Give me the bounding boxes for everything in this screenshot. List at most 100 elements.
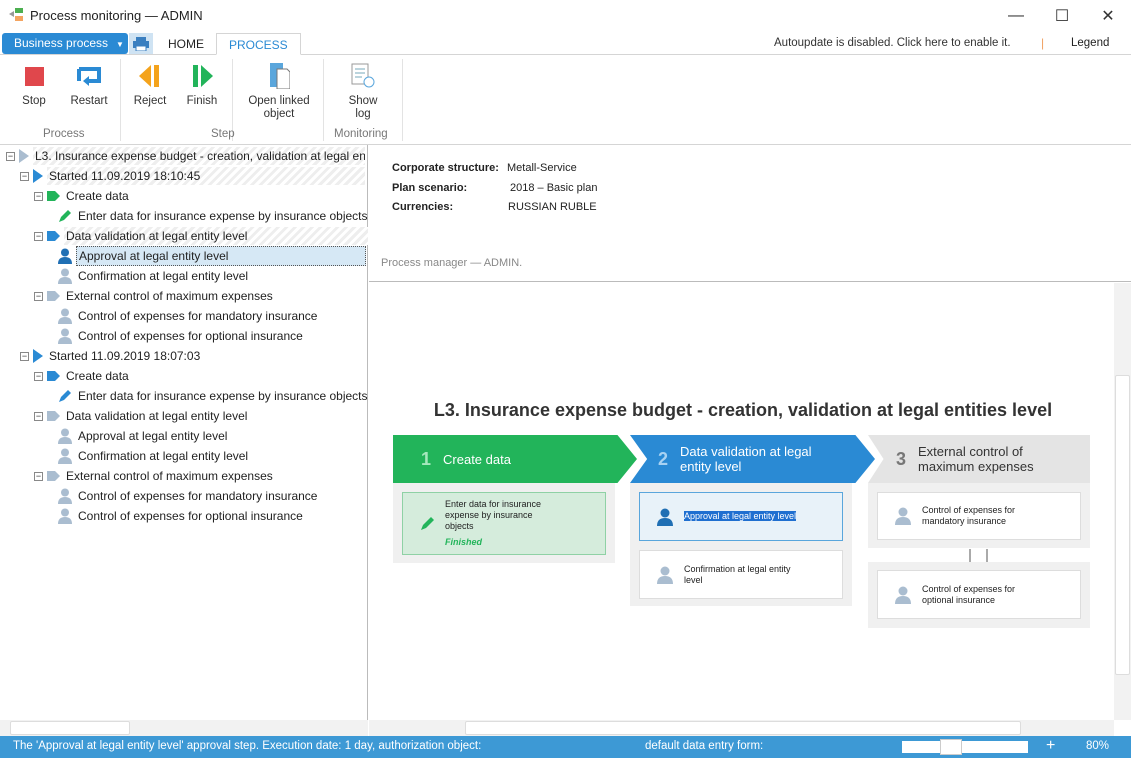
tree-item[interactable]: Control of expenses for optional insuran… <box>58 326 305 346</box>
status-bar: The 'Approval at legal entity level' app… <box>0 736 1131 758</box>
window-title: Process monitoring — ADMIN <box>30 8 203 23</box>
corporate-structure-label: Corporate structure: <box>392 162 499 174</box>
tree-item-label: L3. Insurance expense budget - creation,… <box>33 147 365 165</box>
user-gray-icon <box>58 428 72 444</box>
pencil-green-icon <box>58 209 72 223</box>
tree-item-label: Control of expenses for optional insuran… <box>78 509 303 523</box>
process-diagram: L3. Insurance expense budget - creation,… <box>369 283 1117 720</box>
step-label: Data validation at legal entity level <box>680 444 812 474</box>
print-icon[interactable] <box>129 33 153 54</box>
legend-link[interactable]: Legend <box>1071 37 1109 49</box>
restart-button[interactable]: Restart <box>64 63 114 108</box>
tree-item[interactable]: − L3. Insurance expense budget - creation… <box>6 146 365 166</box>
show-log-label-2: log <box>355 108 371 120</box>
diagram-vertical-scrollbar[interactable] <box>1114 283 1131 720</box>
tree-item[interactable]: Confirmation at legal entity level <box>58 266 250 286</box>
maximize-button[interactable]: ☐ <box>1039 0 1085 32</box>
tree-item[interactable]: Approval at legal entity level <box>58 246 366 266</box>
tree-item[interactable]: − External control of maximum expenses <box>34 466 275 486</box>
title-bar: Process monitoring — ADMIN — ☐ ✕ <box>0 0 1131 32</box>
tree-item[interactable]: Enter data for insurance expense by insu… <box>58 386 370 406</box>
tree-item[interactable]: Control of expenses for optional insuran… <box>58 506 305 526</box>
tree-item[interactable]: − Data validation at legal entity level <box>34 226 368 246</box>
tab-process[interactable]: PROCESS <box>216 33 301 55</box>
diagram-horizontal-scrollbar[interactable] <box>369 720 1114 736</box>
task-card-enter-data[interactable]: Enter data for insurance expense by insu… <box>402 492 606 555</box>
business-process-menu[interactable]: Business process ▼ <box>2 33 128 54</box>
tree-item[interactable]: − Started 11.09.2019 18:07:03 <box>20 346 202 366</box>
stop-icon <box>20 63 48 89</box>
tree-item[interactable]: − Create data <box>34 366 131 386</box>
tree-item[interactable]: Control of expenses for mandatory insura… <box>58 306 319 326</box>
tree-item[interactable]: − Started 11.09.2019 18:10:45 <box>20 166 365 186</box>
user-icon <box>895 586 911 604</box>
pencil-blue-icon <box>58 389 72 403</box>
step-label: External control of maximum expenses <box>918 444 1034 474</box>
show-log-button[interactable]: Show log <box>343 63 383 121</box>
collapse-toggle[interactable]: − <box>34 371 43 381</box>
restart-icon <box>75 63 103 89</box>
divider <box>323 59 324 141</box>
task-card-mandatory[interactable]: Control of expenses for mandatory insura… <box>877 492 1081 540</box>
collapse-toggle[interactable]: − <box>34 411 43 421</box>
collapse-toggle[interactable]: − <box>6 151 15 161</box>
user-gray-icon <box>58 448 72 464</box>
stop-button[interactable]: Stop <box>14 63 54 108</box>
plan-scenario-label: Plan scenario: <box>392 182 468 194</box>
step-header-2[interactable]: 2 Data validation at legal entity level <box>630 435 875 483</box>
finish-button[interactable]: Finish <box>182 63 222 108</box>
autoupdate-link[interactable]: Autoupdate is disabled. Click here to en… <box>774 37 1011 49</box>
user-icon <box>895 507 911 525</box>
zoom-slider-thumb[interactable] <box>939 739 962 755</box>
tree-item[interactable]: − Data validation at legal entity level <box>34 406 249 426</box>
tree-horizontal-scrollbar[interactable] <box>0 720 368 736</box>
tree-item-label: External control of maximum expenses <box>66 289 273 303</box>
document-icon <box>265 63 293 89</box>
tree-item[interactable]: Enter data for insurance expense by insu… <box>58 206 370 226</box>
collapse-toggle[interactable]: − <box>34 471 43 481</box>
step-header-1[interactable]: 1 Create data <box>393 435 637 483</box>
plan-scenario-value: 2018 – Basic plan <box>510 182 598 194</box>
zoom-in-button[interactable]: + <box>1046 737 1055 755</box>
currencies-value: RUSSIAN RUBLE <box>508 201 597 213</box>
step-header-3[interactable]: 3 External control of maximum expenses <box>868 435 1090 483</box>
task-card-approval[interactable]: Approval at legal entity level <box>639 492 843 541</box>
zoom-slider[interactable] <box>902 739 1028 755</box>
close-button[interactable]: ✕ <box>1085 0 1131 32</box>
minimize-button[interactable]: — <box>993 0 1039 32</box>
reject-icon <box>136 63 164 89</box>
card-text: Approval at legal entity level <box>684 511 797 521</box>
tab-home[interactable]: HOME <box>156 33 216 55</box>
tree-item-label: Enter data for insurance expense by insu… <box>78 389 368 403</box>
task-card-confirmation[interactable]: Confirmation at legal entity level <box>639 550 843 599</box>
collapse-toggle[interactable]: − <box>20 351 29 361</box>
collapse-toggle[interactable]: − <box>34 231 43 241</box>
process-info-panel: Corporate structure: Metall-Service Plan… <box>369 145 1131 282</box>
tree-item[interactable]: Approval at legal entity level <box>58 426 229 446</box>
card-text: Confirmation at legal entity level <box>684 563 791 585</box>
tree-item[interactable]: − Create data <box>34 186 131 206</box>
user-gray-icon <box>58 508 72 524</box>
chevron-down-icon: ▼ <box>116 40 124 49</box>
tree-item[interactable]: − External control of maximum expenses <box>34 286 275 306</box>
reject-button[interactable]: Reject <box>130 63 170 108</box>
reject-label: Reject <box>133 95 167 107</box>
tree-item-label: Control of expenses for optional insuran… <box>78 329 303 343</box>
collapse-toggle[interactable]: − <box>34 191 43 201</box>
tree-item[interactable]: Confirmation at legal entity level <box>58 446 250 466</box>
card-text: Enter data for insurance expense by insu… <box>445 499 542 531</box>
task-card-optional[interactable]: Control of expenses for optional insuran… <box>877 570 1081 619</box>
collapse-toggle[interactable]: − <box>20 171 29 181</box>
user-gray-icon <box>58 328 72 344</box>
open-linked-object-button[interactable]: Open linked object <box>244 63 314 121</box>
play-gray-icon <box>19 149 29 163</box>
finish-icon <box>188 63 216 89</box>
card-status: Finished <box>445 537 483 547</box>
tag-gray-icon <box>47 471 60 481</box>
stop-label: Stop <box>22 95 46 107</box>
tree-item[interactable]: Control of expenses for mandatory insura… <box>58 486 319 506</box>
ribbon: Stop Restart Reject Finish Open linked ob… <box>0 55 1131 145</box>
tree-item-label: Create data <box>66 189 129 203</box>
collapse-toggle[interactable]: − <box>34 291 43 301</box>
currencies-label: Currencies: <box>392 201 454 213</box>
